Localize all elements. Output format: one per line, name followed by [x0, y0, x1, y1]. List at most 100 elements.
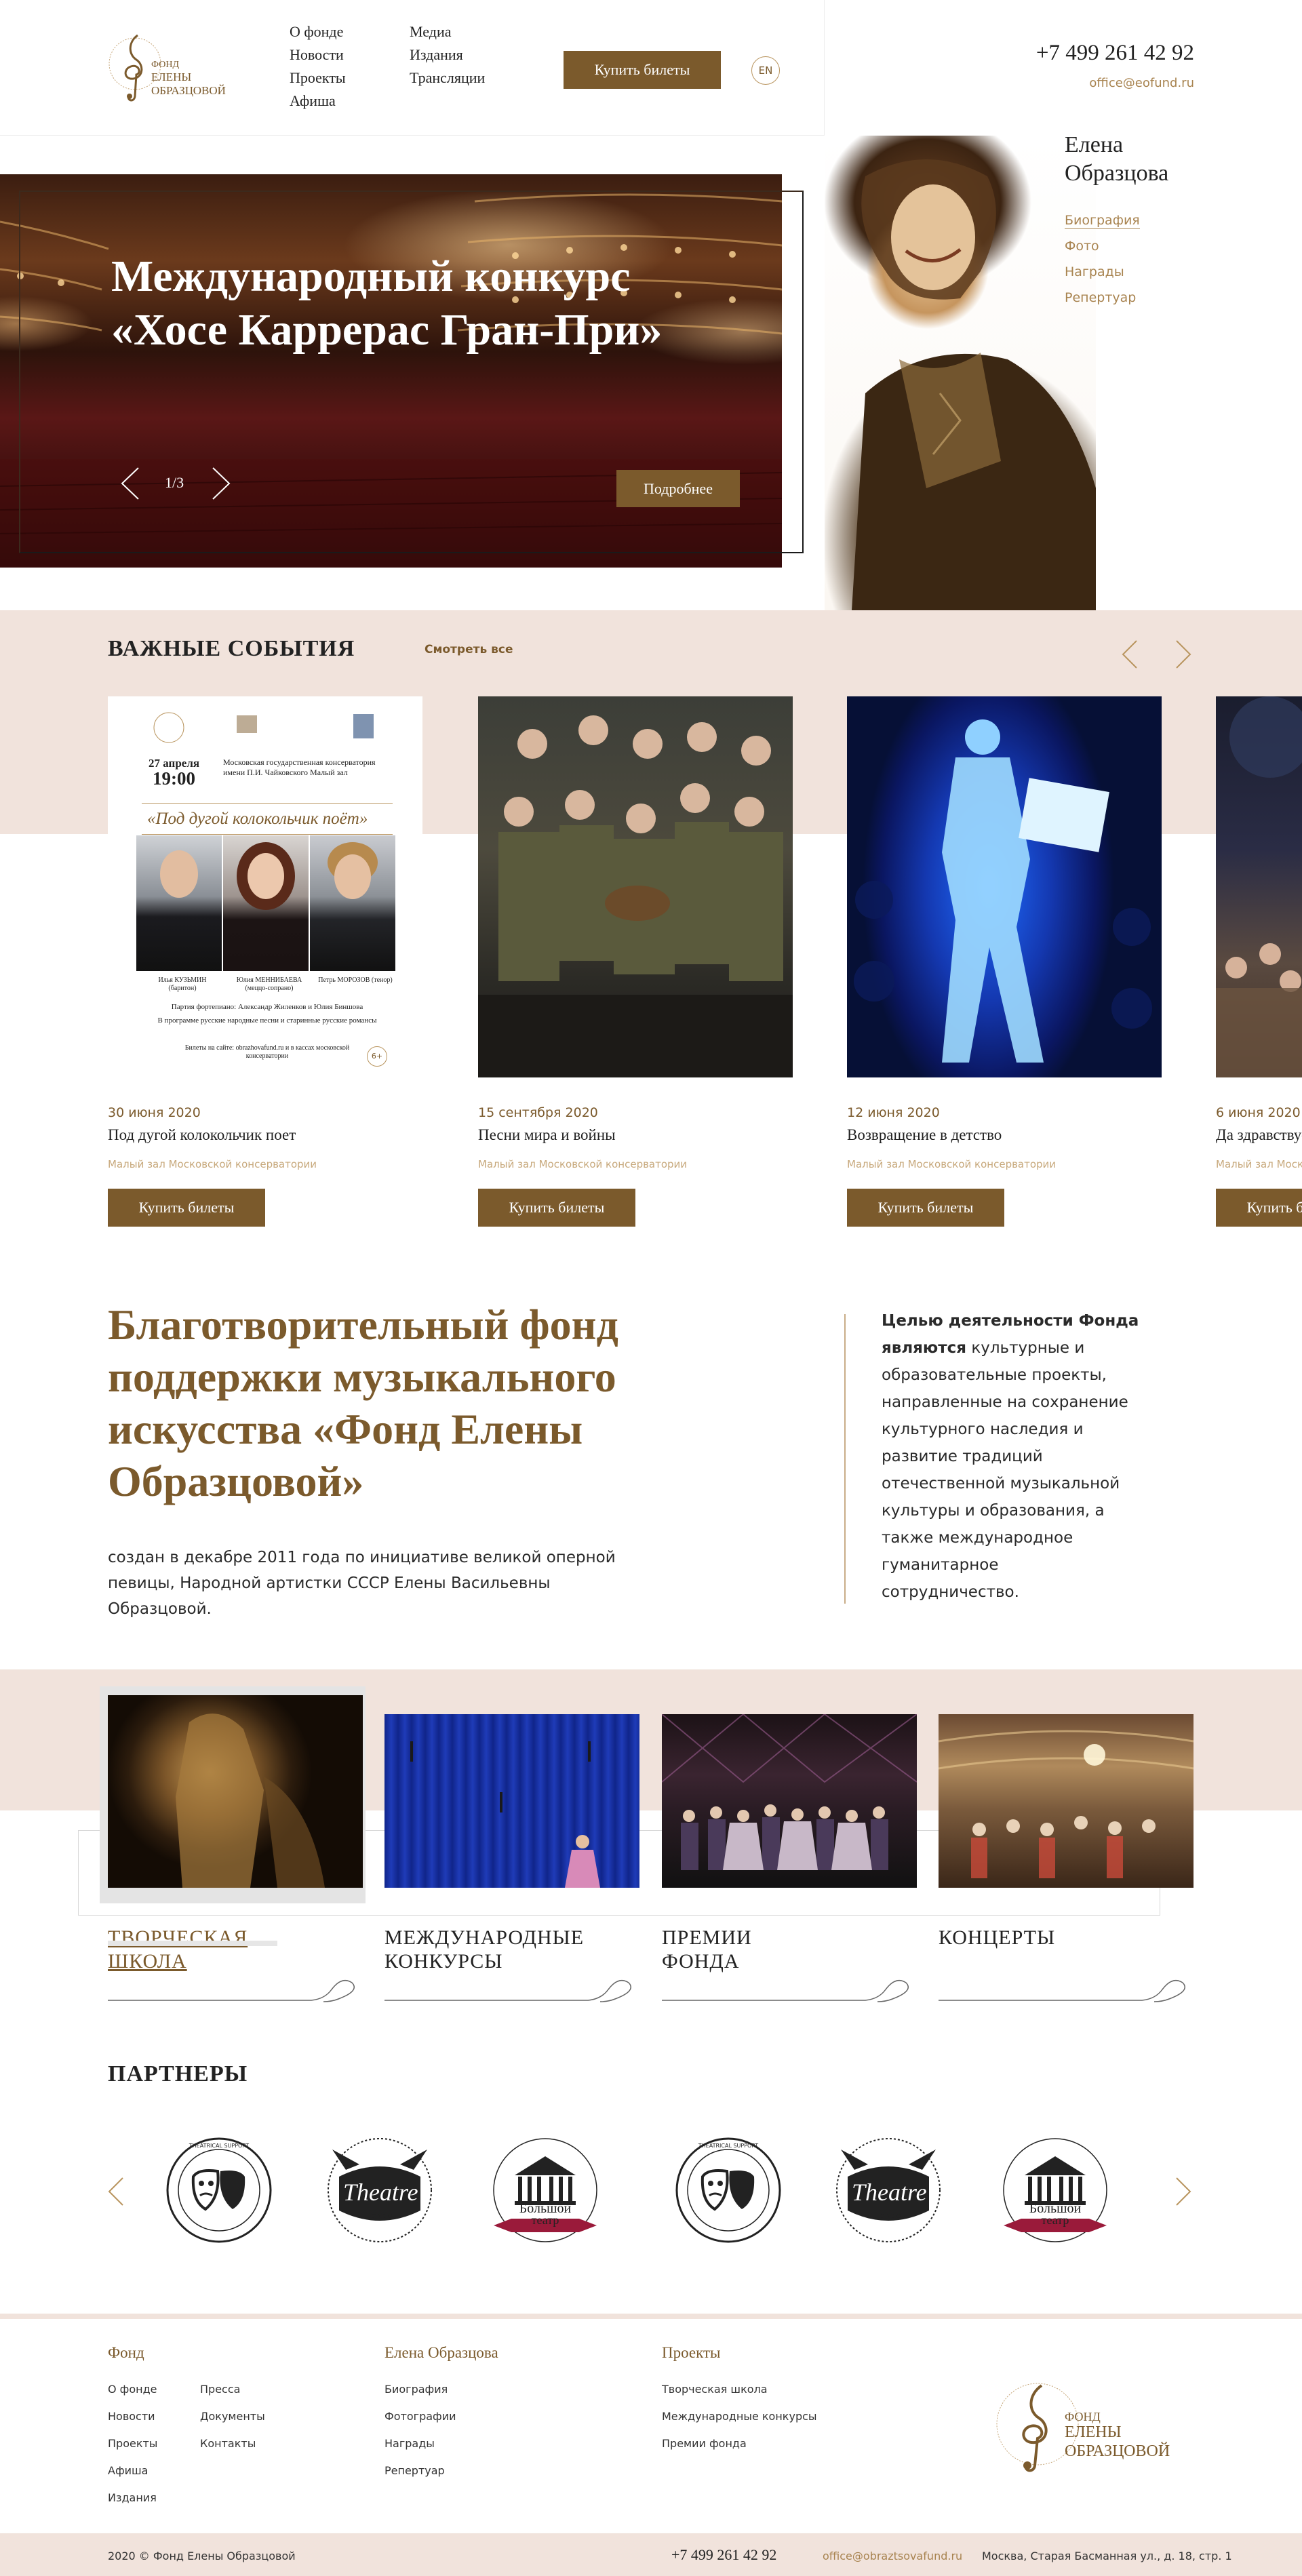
flourish-line-icon	[662, 1979, 909, 2002]
poster-photo-2	[223, 835, 309, 971]
direction-label-line1: КОНЦЕРТЫ	[939, 1926, 1056, 1949]
event-photo-childhood[interactable]	[847, 696, 1162, 1077]
footer-link[interactable]: Контакты	[200, 2437, 256, 2450]
poster-title: «Под дугой колокольчик поёт»	[147, 810, 368, 828]
direction-label-line2: ФОНДА	[662, 1950, 740, 1973]
direction-label-line1: МЕЖДУНАРОДНЫЕ	[384, 1926, 585, 1949]
partner-logo-masks[interactable]: THEATRICAL SUPPORT	[667, 2129, 789, 2251]
event-poster[interactable]: 27 апреля 19:00 Московская государственн…	[108, 696, 422, 1077]
direction-image-school[interactable]	[108, 1695, 363, 1888]
hero-prev-arrow[interactable]	[118, 467, 145, 500]
header-phone[interactable]: +7 499 261 42 92	[1036, 41, 1194, 66]
partner-logo-theatre[interactable]: Theatre LONDON	[827, 2129, 949, 2251]
nav-afisha[interactable]: Афиша	[290, 90, 346, 113]
direction-link-awards[interactable]: ПРЕМИИ ФОНДА	[662, 1926, 752, 1973]
direction-image-awards[interactable]	[662, 1714, 917, 1888]
footer-link[interactable]: Биография	[384, 2383, 448, 2396]
language-switch[interactable]: EN	[751, 56, 780, 85]
chevron-left-icon	[121, 467, 139, 500]
site-header: ФОНД ЕЛЕНЫ ОБРАЗЦОВОЙ О фонде Новости Пр…	[0, 0, 825, 136]
partner-logo-subtext: LONDON	[876, 2213, 907, 2220]
poster-photo-1	[136, 835, 222, 971]
direction-image-concerts[interactable]	[939, 1714, 1194, 1888]
nav-about[interactable]: О фонде	[290, 20, 346, 43]
partner-logo-text: Theatre	[852, 2179, 927, 2206]
about-subtitle: создан в декабре 2011 года по инициативе…	[108, 1549, 616, 1618]
event-name[interactable]: Под дугой колокольчик поет	[108, 1126, 296, 1144]
partner-logo-masks[interactable]: THEATRICAL SUPPORT	[158, 2129, 280, 2251]
footer-logo[interactable]: ФОНД ЕЛЕНЫ ОБРАЗЦОВОЙ	[990, 2366, 1180, 2482]
footer-link[interactable]: Творческая школа	[662, 2383, 768, 2396]
footer-link[interactable]: Репертуар	[384, 2464, 445, 2477]
partners-prev-arrow[interactable]	[105, 2177, 128, 2206]
footer-link[interactable]: Новости	[108, 2410, 155, 2423]
events-prev-arrow[interactable]	[1119, 639, 1142, 669]
partner-logo-theatre[interactable]: Theatre LONDON	[319, 2129, 441, 2251]
flourish-line-icon	[384, 1979, 631, 2002]
portrait-link-awards[interactable]: Награды	[1065, 264, 1124, 279]
nav-publications[interactable]: Издания	[410, 43, 485, 66]
footer-logo-line2: ЕЛЕНЫ	[1065, 2423, 1122, 2441]
hero-more-button[interactable]: Подробнее	[616, 470, 740, 507]
footer-link[interactable]: Фотографии	[384, 2410, 456, 2423]
footer-phone[interactable]: +7 499 261 42 92	[671, 2546, 776, 2564]
events-see-all-link[interactable]: Смотреть все	[425, 643, 513, 656]
chevron-left-icon	[1122, 640, 1137, 669]
event-buy-button[interactable]: Купить билеты	[478, 1189, 635, 1227]
portrait-name-last: Образцова	[1065, 161, 1169, 186]
portrait-link-repertoire[interactable]: Репертуар	[1065, 290, 1136, 305]
event-buy-button[interactable]: Купить билеты	[847, 1189, 1004, 1227]
site-logo[interactable]: ФОНД ЕЛЕНЫ ОБРАЗЦОВОЙ	[108, 22, 237, 110]
partner-logo-text2: театр	[1041, 2213, 1069, 2227]
portrait-link-biography[interactable]: Биография	[1065, 213, 1140, 229]
event-name[interactable]: Да здравствует	[1216, 1126, 1302, 1144]
event-photo-hurray[interactable]	[1216, 696, 1302, 1077]
nav-news[interactable]: Новости	[290, 43, 346, 66]
events-title: ВАЖНЫЕ СОБЫТИЯ	[108, 636, 355, 661]
footer-link[interactable]: Награды	[384, 2437, 435, 2450]
footer-link[interactable]: Афиша	[108, 2464, 148, 2477]
chevron-right-icon	[1176, 2177, 1191, 2206]
nav-media[interactable]: Медиа	[410, 20, 485, 43]
partner-logo-bolshoi[interactable]: Большой театр	[484, 2129, 606, 2251]
footer-link[interactable]: О фонде	[108, 2383, 157, 2396]
about-divider	[844, 1314, 846, 1604]
footer-link[interactable]: Пресса	[200, 2383, 240, 2396]
portrait-link-photo[interactable]: Фото	[1065, 239, 1099, 254]
footer-link[interactable]: Международные конкурсы	[662, 2410, 817, 2423]
about-aside: Целью деятельности Фонда являются культу…	[882, 1307, 1139, 1606]
events-next-arrow[interactable]	[1171, 639, 1194, 669]
footer-link[interactable]: Проекты	[108, 2437, 157, 2450]
portrait-photo	[825, 136, 1096, 610]
partner-logo-text: Theatre	[343, 2179, 418, 2206]
header-email[interactable]: office@eofund.ru	[1089, 76, 1194, 90]
buy-tickets-button[interactable]: Купить билеты	[564, 51, 721, 89]
about-title: Благотворительный фонд поддержки музыкал…	[108, 1301, 618, 1505]
partner-logo-bolshoi[interactable]: Большой театр	[994, 2129, 1116, 2251]
direction-image-contests[interactable]	[384, 1714, 639, 1888]
footer-copyright: 2020 © Фонд Елены Образцовой	[108, 2550, 296, 2562]
direction-link-concerts[interactable]: КОНЦЕРТЫ	[939, 1926, 1055, 1949]
event-buy-button[interactable]: Купить билеты	[108, 1189, 265, 1227]
event-photo-war-songs[interactable]	[478, 696, 793, 1077]
direction-link-contests[interactable]: МЕЖДУНАРОДНЫЕ КОНКУРСЫ	[384, 1926, 584, 1973]
event-place: Малый зал Московской консерватории	[108, 1158, 317, 1170]
event-name[interactable]: Возвращение в детство	[847, 1126, 1002, 1144]
poster-venue: Московская государственная консерватория…	[223, 757, 376, 777]
footer-link[interactable]: Документы	[200, 2410, 265, 2423]
footer-link[interactable]: Премии фонда	[662, 2437, 747, 2450]
partners-next-arrow[interactable]	[1171, 2177, 1194, 2206]
poster-divider	[142, 803, 393, 804]
nav-broadcasts[interactable]: Трансляции	[410, 66, 485, 90]
poster-artist-2: Юлия МЕННИБАЕВА (меццо-сопрано)	[236, 976, 302, 992]
footer-link[interactable]: Издания	[108, 2491, 157, 2504]
contest-stage-image	[410, 1741, 600, 1888]
footer-col-title: Фонд	[108, 2344, 144, 2361]
footer-col-title: Проекты	[662, 2344, 721, 2361]
hero-next-arrow[interactable]	[206, 467, 233, 500]
footer-email[interactable]: office@obraztsovafund.ru	[823, 2550, 962, 2562]
event-name[interactable]: Песни мира и войны	[478, 1126, 616, 1144]
direction-link-school[interactable]: ТВОРЧЕСКАЯ ШКОЛА	[108, 1926, 248, 1973]
nav-projects[interactable]: Проекты	[290, 66, 346, 90]
event-buy-button[interactable]: Купить билеты	[1216, 1189, 1302, 1227]
